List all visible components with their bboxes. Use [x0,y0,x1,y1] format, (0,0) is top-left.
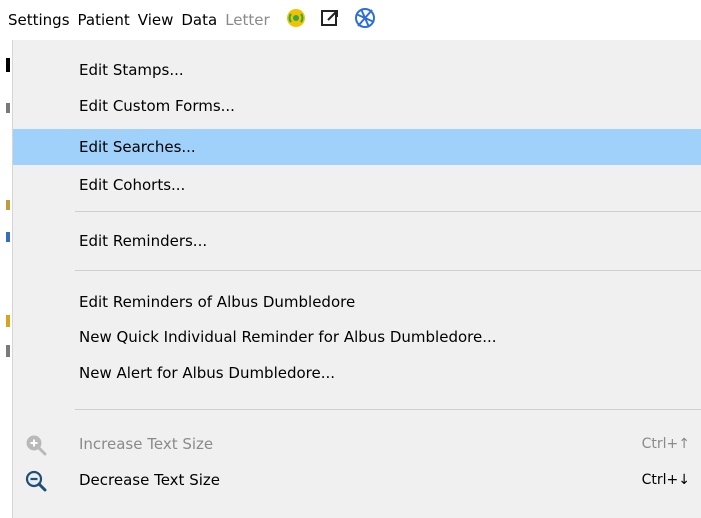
menu-view[interactable]: View [134,11,178,29]
edge-mark [6,103,10,113]
menu-item-edit-cohorts[interactable]: Edit Cohorts... [13,169,701,201]
menu-item-edit-searches[interactable]: Edit Searches... [13,129,701,165]
menu-item-edit-reminders[interactable]: Edit Reminders... [13,225,701,257]
shortcut-label: Ctrl+↓ [641,472,690,488]
zoom-in-icon [25,434,47,456]
menu-item-label: Edit Reminders of Albus Dumbledore [79,293,356,311]
menu-item-edit-reminders-patient[interactable]: Edit Reminders of Albus Dumbledore [13,286,701,318]
menu-item-label: Decrease Text Size [79,471,220,489]
menu-patient[interactable]: Patient [74,11,134,29]
menu-item-label: New Alert for Albus Dumbledore... [79,364,336,382]
shortcut-label: Ctrl+↑ [641,436,690,452]
menu-item-label: Edit Custom Forms... [79,97,235,115]
radio-signal-icon[interactable] [284,6,308,34]
background-window-edge [0,40,12,518]
menu-item-decrease-text-size[interactable]: Decrease Text Size Ctrl+↓ [13,464,701,496]
edge-mark [6,315,10,327]
edge-mark [6,345,10,357]
menu-item-edit-stamps[interactable]: Edit Stamps... [13,54,701,86]
menu-bar: Settings Patient View Data Letter [0,0,701,40]
menu-letter[interactable]: Letter [221,11,273,29]
menu-item-label: Edit Reminders... [79,232,208,250]
edge-mark [6,58,10,72]
menu-item-label: Edit Searches... [79,138,196,156]
menu-item-label: Increase Text Size [79,435,214,453]
network-icon[interactable] [352,5,378,35]
menu-item-label: New Quick Individual Reminder for Albus … [79,328,497,346]
menu-separator [75,211,701,212]
external-link-icon[interactable] [318,6,342,34]
menu-item-increase-text-size[interactable]: Increase Text Size Ctrl+↑ [13,428,701,460]
settings-dropdown-menu: Edit Stamps... Edit Custom Forms... Edit… [12,40,701,518]
menu-item-edit-custom-forms[interactable]: Edit Custom Forms... [13,90,701,122]
menu-item-label: Edit Stamps... [79,61,184,79]
menu-separator [75,270,701,271]
menu-item-new-alert[interactable]: New Alert for Albus Dumbledore... [13,357,701,389]
menu-settings[interactable]: Settings [0,11,74,29]
menu-item-new-quick-reminder[interactable]: New Quick Individual Reminder for Albus … [13,321,701,353]
menu-data[interactable]: Data [177,11,221,29]
edge-mark [6,232,10,242]
edge-mark [6,200,10,210]
menu-separator [75,409,701,410]
zoom-out-icon [25,470,47,492]
menu-item-label: Edit Cohorts... [79,176,186,194]
